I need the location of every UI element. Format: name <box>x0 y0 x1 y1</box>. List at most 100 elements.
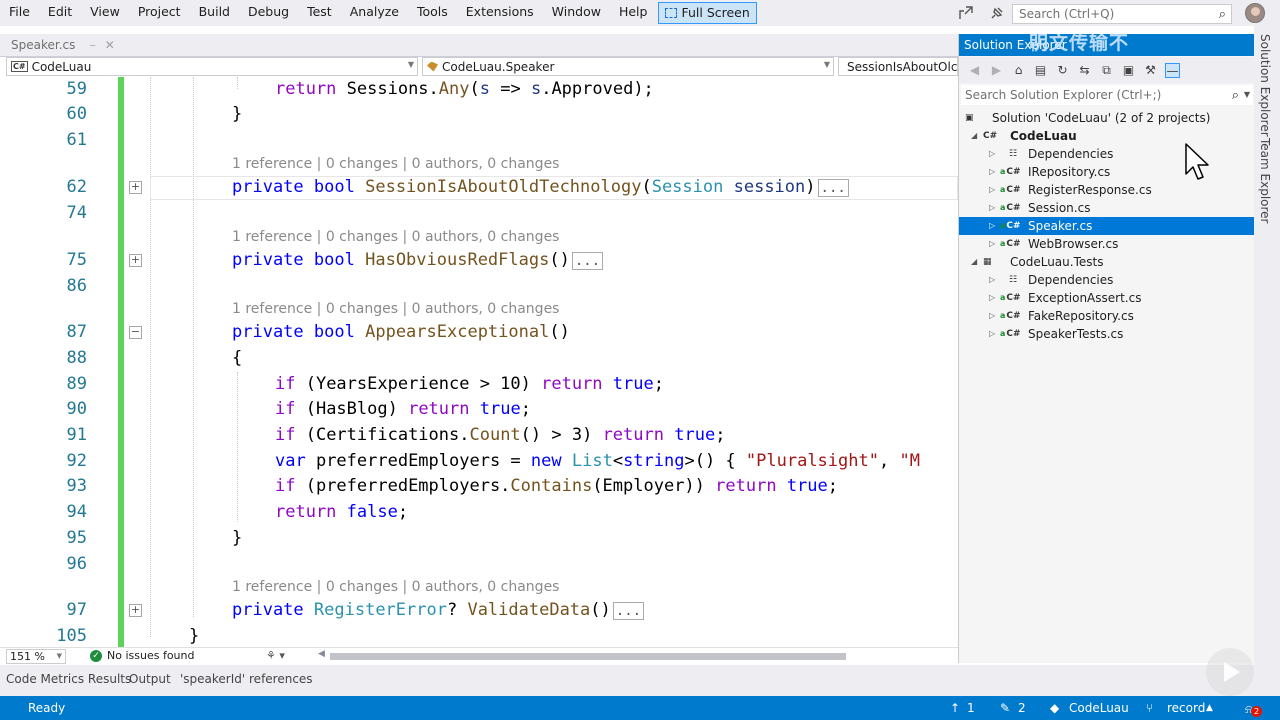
side-tab-team-explorer[interactable]: Team Explorer <box>1258 138 1272 224</box>
project-dropdown[interactable]: C# CodeLuau ▼ <box>6 57 418 76</box>
collapsed-triangle-icon[interactable]: ▷ <box>989 217 999 235</box>
code-lens[interactable]: 1 reference | 0 changes | 0 authors, 0 c… <box>232 228 559 246</box>
tree-item-file[interactable]: ▷ aC# ExceptionAssert.cs <box>959 289 1255 307</box>
menu-view[interactable]: View <box>81 0 129 26</box>
tab-references[interactable]: 'speakerId' references <box>180 672 313 686</box>
expanded-triangle-icon[interactable]: ◢ <box>971 253 981 271</box>
tab-speaker-cs[interactable]: Speaker.cs ‒ ✕ <box>8 34 115 56</box>
class-dropdown[interactable]: CodeLuau.Speaker ▼ <box>422 57 834 76</box>
code-text: { <box>232 348 243 368</box>
pin-icon[interactable]: ‒ <box>89 40 95 51</box>
menu-file[interactable]: File <box>0 0 39 26</box>
tree-item-file[interactable]: ▷ aC# SpeakerTests.cs <box>959 325 1255 343</box>
expand-icon[interactable]: + <box>129 604 142 617</box>
pending-changes-count[interactable]: 2 <box>1018 696 1026 720</box>
code-lens[interactable]: 1 reference | 0 changes | 0 authors, 0 c… <box>232 578 559 596</box>
play-icon[interactable] <box>1206 648 1254 696</box>
expanded-triangle-icon[interactable]: ◢ <box>971 127 981 145</box>
expand-icon[interactable]: + <box>129 181 142 194</box>
collapsed-region[interactable]: ... <box>571 252 604 270</box>
code-cleanup-icon[interactable]: ⚘ ▾ <box>266 649 285 662</box>
notifications-button[interactable]: ⍾ 2 <box>1243 700 1262 717</box>
full-screen-button[interactable]: Full Screen <box>658 2 757 24</box>
tree-item-file-selected[interactable]: ▷ aC# Speaker.cs <box>959 217 1255 235</box>
menu-window[interactable]: Window <box>543 0 610 26</box>
line-number: 61 <box>66 130 87 150</box>
solution-explorer-search-input[interactable]: Search Solution Explorer (Ctrl+;) ⌕ ▼ <box>961 85 1253 105</box>
menu-analyze[interactable]: Analyze <box>341 0 408 26</box>
code-lens[interactable]: 1 reference | 0 changes | 0 authors, 0 c… <box>232 155 559 173</box>
collapse-all-icon[interactable]: ⧉ <box>1099 63 1114 78</box>
menu-test[interactable]: Test <box>298 0 341 26</box>
collapsed-region[interactable]: ... <box>612 602 645 620</box>
code-line-88: 88 { <box>0 346 958 370</box>
menu-tools[interactable]: Tools <box>408 0 457 26</box>
collapsed-triangle-icon[interactable]: ▷ <box>989 307 999 325</box>
issues-indicator[interactable]: ✓ No issues found <box>90 649 194 662</box>
menu-help[interactable]: Help <box>610 0 657 26</box>
switch-views-icon[interactable]: ▤ <box>1033 63 1048 78</box>
search-input[interactable]: Search (Ctrl+Q) ⌕ <box>1012 4 1232 24</box>
preview-icon[interactable]: — <box>1165 62 1180 78</box>
line-number: 86 <box>66 276 87 296</box>
scrollbar-thumb[interactable] <box>330 653 846 660</box>
collapsed-triangle-icon[interactable]: ▷ <box>989 181 999 199</box>
code-line-60: 60 } <box>0 102 958 126</box>
properties-wrench-icon[interactable]: ⚒ <box>1143 63 1158 78</box>
collapsed-triangle-icon[interactable]: ▷ <box>989 271 999 289</box>
live-share-icon[interactable] <box>957 4 975 22</box>
menu-debug[interactable]: Debug <box>239 0 298 26</box>
member-dropdown[interactable]: SessionIsAboutOlc <box>838 57 958 76</box>
sync-icon[interactable]: ⇆ <box>1077 63 1092 78</box>
menu-build[interactable]: Build <box>190 0 239 26</box>
zoom-dropdown[interactable]: 151 % ▼ <box>6 649 66 664</box>
navigation-bar: C# CodeLuau ▼ CodeLuau.Speaker ▼ Session… <box>0 57 958 76</box>
back-icon[interactable]: ◀ <box>967 63 982 78</box>
tree-item-file[interactable]: ▷ aC# WebBrowser.cs <box>959 235 1255 253</box>
side-tool-tabs: Solution Explorer Team Explorer <box>1254 26 1280 666</box>
menu-extensions[interactable]: Extensions <box>457 0 543 26</box>
tree-item-file[interactable]: ▷ aC# Session.cs <box>959 199 1255 217</box>
history-icon[interactable]: ↻ <box>1055 63 1070 78</box>
tree-item-file[interactable]: ▷ aC# RegisterResponse.cs <box>959 181 1255 199</box>
side-tab-solution-explorer[interactable]: Solution Explorer <box>1258 34 1272 137</box>
menu-edit[interactable]: Edit <box>39 0 81 26</box>
show-all-files-icon[interactable]: ▣ <box>1121 63 1136 78</box>
code-line-105: 105 } <box>0 624 958 647</box>
tree-item-file[interactable]: ▷ aC# FakeRepository.cs <box>959 307 1255 325</box>
code-text: if (Certifications.Count() > 3) return t… <box>275 425 726 445</box>
collapsed-triangle-icon[interactable]: ▷ <box>989 325 999 343</box>
collapsed-region[interactable]: ... <box>817 179 849 197</box>
collapsed-triangle-icon[interactable]: ▷ <box>989 235 999 253</box>
code-text: if (preferredEmployers.Contains(Employer… <box>275 476 839 496</box>
feedback-icon[interactable] <box>988 4 1006 22</box>
collapse-icon[interactable]: − <box>129 326 142 339</box>
repository-name[interactable]: CodeLuau <box>1069 696 1129 720</box>
close-icon[interactable]: ✕ <box>105 38 115 52</box>
tab-output[interactable]: Output <box>129 672 171 686</box>
collapsed-triangle-icon[interactable]: ▷ <box>989 289 999 307</box>
tab-code-metrics-results[interactable]: Code Metrics Results <box>6 672 131 686</box>
branch-name[interactable]: record <box>1167 696 1205 720</box>
code-editor[interactable]: 59 return Sessions.Any(s => s.Approved);… <box>0 77 958 647</box>
home-icon[interactable]: ⌂ <box>1011 63 1026 78</box>
forward-icon[interactable]: ▶ <box>989 63 1004 78</box>
member-dropdown-value: SessionIsAboutOlc <box>847 59 958 74</box>
scroll-left-icon[interactable]: ◀ <box>318 649 325 659</box>
chevron-down-icon[interactable]: ▼ <box>1244 85 1250 105</box>
tree-item-solution[interactable]: ▣ Solution 'CodeLuau' (2 of 2 projects) <box>959 109 1255 127</box>
code-lens[interactable]: 1 reference | 0 changes | 0 authors, 0 c… <box>232 300 559 318</box>
menu-project[interactable]: Project <box>129 0 190 26</box>
code-text: } <box>232 528 243 548</box>
line-number: 88 <box>66 348 87 368</box>
expand-icon[interactable]: + <box>129 254 142 267</box>
avatar[interactable] <box>1245 3 1265 23</box>
collapsed-triangle-icon[interactable]: ▷ <box>989 163 999 181</box>
unpushed-commits-count[interactable]: 1 <box>967 696 975 720</box>
tree-item-dependencies[interactable]: ▷ ☷ Dependencies <box>959 271 1255 289</box>
tree-item-project-tests[interactable]: ◢ ▦ CodeLuau.Tests <box>959 253 1255 271</box>
collapsed-triangle-icon[interactable]: ▷ <box>989 145 999 163</box>
code-text: return false; <box>275 502 409 522</box>
horizontal-scrollbar[interactable]: ◀ <box>318 649 958 662</box>
collapsed-triangle-icon[interactable]: ▷ <box>989 199 999 217</box>
